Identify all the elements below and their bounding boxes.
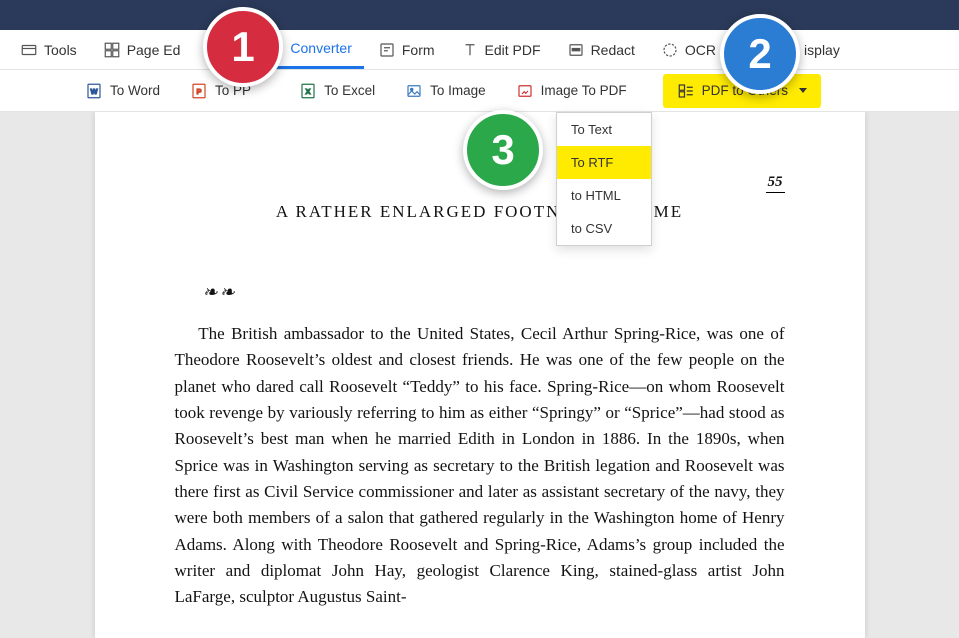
page-number: 55 xyxy=(766,174,785,193)
word-icon: W xyxy=(85,82,103,100)
tab-label: Form xyxy=(402,42,435,58)
svg-text:P: P xyxy=(197,87,202,96)
callout-2: 2 xyxy=(720,14,800,94)
excel-icon: X xyxy=(299,82,317,100)
tab-label: Edit PDF xyxy=(485,42,541,58)
tab-redact[interactable]: Redact xyxy=(555,30,647,69)
form-icon xyxy=(378,41,396,59)
button-label: To Word xyxy=(110,83,160,98)
others-icon xyxy=(677,82,695,100)
tab-form[interactable]: Form xyxy=(366,30,447,69)
dropdown-item-to-html[interactable]: to HTML xyxy=(557,179,651,212)
to-image-button[interactable]: To Image xyxy=(393,76,498,106)
chevron-down-icon xyxy=(799,88,807,93)
edit-text-icon xyxy=(461,41,479,59)
button-label: To Excel xyxy=(324,83,375,98)
svg-text:W: W xyxy=(90,87,98,96)
tab-label: OCR xyxy=(685,42,716,58)
ppt-icon: P xyxy=(190,82,208,100)
to-excel-button[interactable]: X To Excel xyxy=(287,76,387,106)
tab-label: Tools xyxy=(44,42,77,58)
sub-toolbar: W To Word P To PP X To Excel To Image Im… xyxy=(0,70,959,112)
callout-1: 1 xyxy=(203,7,283,87)
tab-tools[interactable]: Tools xyxy=(8,30,89,69)
tab-label: Converter xyxy=(290,40,351,56)
button-label: Image To PDF xyxy=(541,83,627,98)
tab-edit-pdf[interactable]: Edit PDF xyxy=(449,30,553,69)
pdf-to-others-dropdown: To Text To RTF to HTML to CSV xyxy=(556,112,652,246)
tab-page-edit[interactable]: Page Ed xyxy=(91,30,193,69)
page-grid-icon xyxy=(103,41,121,59)
page-title: A RATHER ENLARGED FOOTNOTE IN TIME xyxy=(175,202,785,222)
svg-text:X: X xyxy=(306,87,311,96)
dropdown-item-to-rtf[interactable]: To RTF xyxy=(557,146,651,179)
redact-icon xyxy=(567,41,585,59)
document-workspace: 55 A RATHER ENLARGED FOOTNOTE IN TIME ❧❧… xyxy=(0,112,959,638)
tab-label: Redact xyxy=(591,42,635,58)
tools-icon xyxy=(20,41,38,59)
tab-label: isplay xyxy=(804,42,840,58)
tab-ocr[interactable]: OCR xyxy=(649,30,728,69)
document-page: 55 A RATHER ENLARGED FOOTNOTE IN TIME ❧❧… xyxy=(95,112,865,638)
dropdown-item-to-text[interactable]: To Text xyxy=(557,113,651,146)
callout-3: 3 xyxy=(463,110,543,190)
ocr-icon xyxy=(661,41,679,59)
page-flourish: ❧❧ xyxy=(203,282,785,303)
image-to-pdf-button[interactable]: Image To PDF xyxy=(504,76,639,106)
page-paragraph: The British ambassador to the United Sta… xyxy=(175,321,785,611)
button-label: To Image xyxy=(430,83,486,98)
dropdown-item-to-csv[interactable]: to CSV xyxy=(557,212,651,245)
to-word-button[interactable]: W To Word xyxy=(73,76,172,106)
tab-label: Page Ed xyxy=(127,42,181,58)
image-icon xyxy=(405,82,423,100)
tab-bar: Tools Page Ed Converter Form Edit PDF Re… xyxy=(0,30,959,70)
titlebar xyxy=(0,0,959,30)
image-to-pdf-icon xyxy=(516,82,534,100)
